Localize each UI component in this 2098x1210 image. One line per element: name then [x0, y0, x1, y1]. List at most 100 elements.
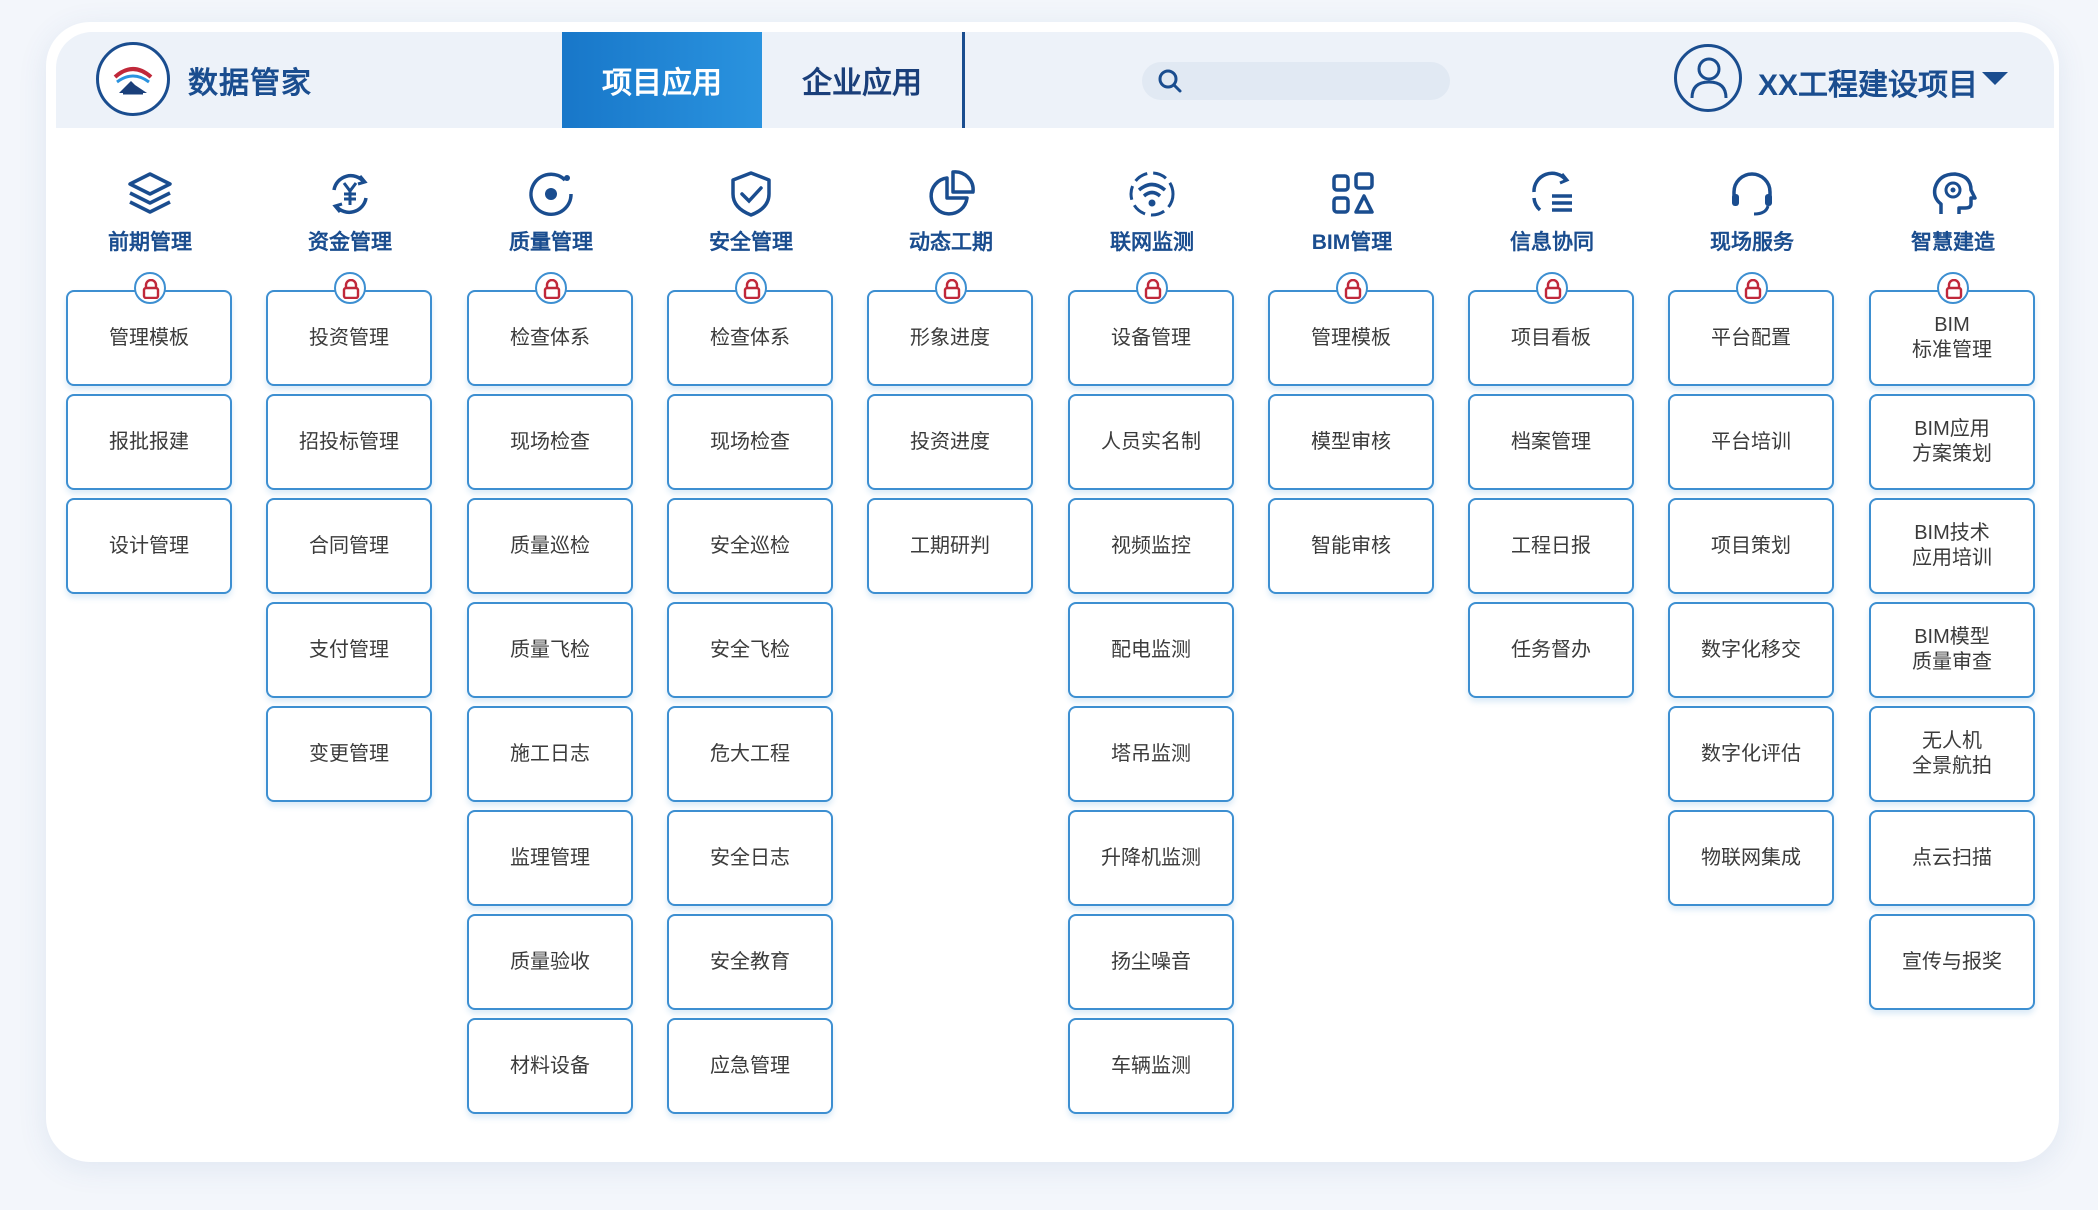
column-title[interactable]: 质量管理 — [467, 226, 635, 256]
column-title[interactable]: 联网监测 — [1068, 226, 1236, 256]
module-button[interactable]: 检查体系 — [667, 290, 833, 386]
module-button[interactable]: 设备管理 — [1068, 290, 1234, 386]
module-button[interactable]: 点云扫描 — [1869, 810, 2035, 906]
search-icon[interactable] — [1156, 67, 1184, 95]
lock-badge — [735, 272, 767, 304]
module-button[interactable]: BIM模型 质量审查 — [1869, 602, 2035, 698]
module-button[interactable]: 现场检查 — [467, 394, 633, 490]
module-button[interactable]: BIM应用 方案策划 — [1869, 394, 2035, 490]
module-button[interactable]: BIM 标准管理 — [1869, 290, 2035, 386]
lock-badge — [535, 272, 567, 304]
column-title[interactable]: 智慧建造 — [1869, 226, 2037, 256]
module-button[interactable]: 智能审核 — [1268, 498, 1434, 594]
search-input[interactable] — [1194, 66, 1434, 96]
lock-icon — [543, 279, 561, 299]
module-button[interactable]: 合同管理 — [266, 498, 432, 594]
module-button[interactable]: 模型审核 — [1268, 394, 1434, 490]
module-button[interactable]: 管理模板 — [66, 290, 232, 386]
top-bar — [56, 32, 2054, 128]
target-icon — [529, 172, 573, 216]
search-box[interactable] — [1142, 62, 1450, 100]
module-button[interactable]: 工程日报 — [1468, 498, 1634, 594]
module-button[interactable]: 配电监测 — [1068, 602, 1234, 698]
lock-icon — [943, 279, 961, 299]
module-button[interactable]: 安全日志 — [667, 810, 833, 906]
chevron-down-icon[interactable] — [1980, 70, 2010, 88]
module-button[interactable]: 车辆监测 — [1068, 1018, 1234, 1114]
lock-icon — [1945, 279, 1963, 299]
column-title[interactable]: 资金管理 — [266, 226, 434, 256]
lock-badge — [935, 272, 967, 304]
module-button[interactable]: 平台配置 — [1668, 290, 1834, 386]
module-button[interactable]: 现场检查 — [667, 394, 833, 490]
module-button[interactable]: 质量飞检 — [467, 602, 633, 698]
module-button[interactable]: 管理模板 — [1268, 290, 1434, 386]
module-button[interactable]: 设计管理 — [66, 498, 232, 594]
module-button[interactable]: 投资进度 — [867, 394, 1033, 490]
brand-name: 数据管家 — [188, 67, 312, 100]
lock-icon — [1144, 279, 1162, 299]
module-button[interactable]: 数字化移交 — [1668, 602, 1834, 698]
module-button[interactable]: 支付管理 — [266, 602, 432, 698]
module-button[interactable]: 任务督办 — [1468, 602, 1634, 698]
module-button[interactable]: 工期研判 — [867, 498, 1033, 594]
module-button[interactable]: 人员实名制 — [1068, 394, 1234, 490]
avatar[interactable] — [1674, 44, 1742, 112]
module-button[interactable]: 报批报建 — [66, 394, 232, 490]
lock-icon — [743, 279, 761, 299]
module-button[interactable]: 数字化评估 — [1668, 706, 1834, 802]
column-title[interactable]: BIM管理 — [1268, 226, 1436, 256]
tab-enterprise-apps[interactable]: 企业应用 — [762, 32, 962, 128]
module-button[interactable]: 质量验收 — [467, 914, 633, 1010]
module-button[interactable]: 升降机监测 — [1068, 810, 1234, 906]
module-button[interactable]: 无人机 全景航拍 — [1869, 706, 2035, 802]
module-button[interactable]: 项目策划 — [1668, 498, 1834, 594]
column-title[interactable]: 信息协同 — [1468, 226, 1636, 256]
module-button[interactable]: 材料设备 — [467, 1018, 633, 1114]
module-button[interactable]: 质量巡检 — [467, 498, 633, 594]
module-button[interactable]: 投资管理 — [266, 290, 432, 386]
module-button[interactable]: 变更管理 — [266, 706, 432, 802]
module-button[interactable]: 项目看板 — [1468, 290, 1634, 386]
column-title[interactable]: 安全管理 — [667, 226, 835, 256]
tab-project-apps[interactable]: 项目应用 — [562, 32, 762, 128]
lock-badge — [134, 272, 166, 304]
module-button[interactable]: 安全教育 — [667, 914, 833, 1010]
module-button[interactable]: 安全巡检 — [667, 498, 833, 594]
module-button[interactable]: 施工日志 — [467, 706, 633, 802]
wifi-icon — [1129, 171, 1175, 217]
module-button[interactable]: 招投标管理 — [266, 394, 432, 490]
module-button[interactable]: 监理管理 — [467, 810, 633, 906]
brand-logo[interactable] — [96, 42, 170, 116]
module-button[interactable]: 物联网集成 — [1668, 810, 1834, 906]
lock-badge — [1136, 272, 1168, 304]
brain-gear-icon — [1932, 172, 1977, 214]
module-button[interactable]: 扬尘噪音 — [1068, 914, 1234, 1010]
module-button[interactable]: 宣传与报奖 — [1869, 914, 2035, 1010]
module-button[interactable]: 应急管理 — [667, 1018, 833, 1114]
module-button[interactable]: 形象进度 — [867, 290, 1033, 386]
module-button[interactable]: 档案管理 — [1468, 394, 1634, 490]
tab-divider — [962, 32, 965, 128]
user-icon — [1690, 57, 1728, 99]
column-title[interactable]: 动态工期 — [867, 226, 1035, 256]
module-button[interactable]: 检查体系 — [467, 290, 633, 386]
lock-icon — [1544, 279, 1562, 299]
pie-chart-icon — [929, 170, 975, 216]
project-selector[interactable]: XX工程建设项目 — [1758, 60, 1978, 104]
column-title[interactable]: 现场服务 — [1668, 226, 1836, 256]
lock-icon — [1344, 279, 1362, 299]
lock-icon — [1744, 279, 1762, 299]
lock-icon — [342, 279, 360, 299]
column-title[interactable]: 前期管理 — [66, 226, 234, 256]
module-button[interactable]: BIM技术 应用培训 — [1869, 498, 2035, 594]
lock-badge — [1336, 272, 1368, 304]
module-button[interactable]: 视频监控 — [1068, 498, 1234, 594]
module-button[interactable]: 平台培训 — [1668, 394, 1834, 490]
lock-icon — [142, 279, 160, 299]
module-button[interactable]: 安全飞检 — [667, 602, 833, 698]
sync-list-icon — [1532, 171, 1572, 212]
module-button[interactable]: 危大工程 — [667, 706, 833, 802]
module-button[interactable]: 塔吊监测 — [1068, 706, 1234, 802]
lock-badge — [334, 272, 366, 304]
